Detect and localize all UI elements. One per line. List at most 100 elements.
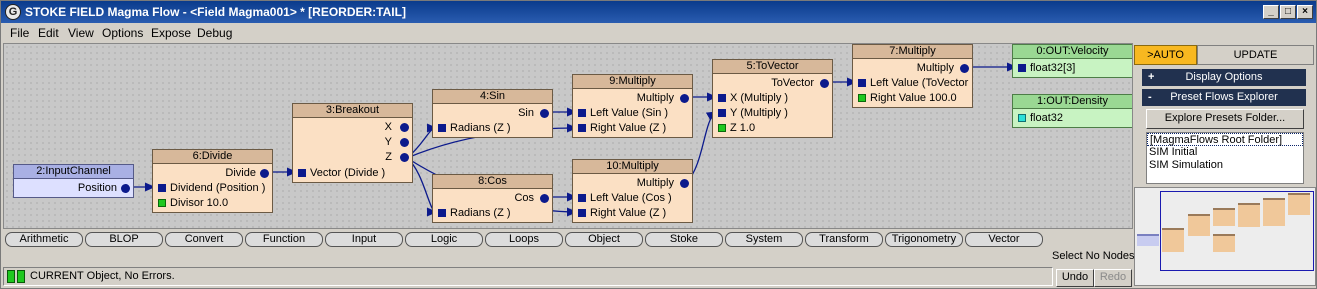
node-divide[interactable]: 6:Divide Divide Dividend (Position ) Div… — [152, 149, 273, 213]
category-convert[interactable]: Convert — [165, 232, 243, 247]
node-to-vector[interactable]: 5:ToVector ToVector X (Multiply ) Y (Mul… — [712, 59, 833, 138]
menu-view[interactable]: View — [68, 26, 94, 40]
select-no-nodes-link[interactable]: Select No Nodes — [1052, 250, 1135, 262]
socket-label: Right Value (Z ) — [590, 122, 667, 134]
input-socket[interactable] — [578, 209, 586, 217]
socket-label: Left Value (Sin ) — [590, 107, 669, 119]
category-vector[interactable]: Vector — [965, 232, 1043, 247]
input-socket[interactable] — [718, 94, 726, 102]
input-socket[interactable] — [718, 124, 726, 132]
display-options-rollout[interactable]: + Display Options — [1142, 69, 1306, 86]
category-transform[interactable]: Transform — [805, 232, 883, 247]
title-bar[interactable]: G STOKE FIELD Magma Flow - <Field Magma0… — [1, 1, 1316, 23]
node-sin[interactable]: 4:Sin Sin Radians (Z ) — [432, 89, 553, 138]
output-socket[interactable] — [540, 194, 549, 203]
input-socket[interactable] — [1018, 114, 1026, 122]
category-input[interactable]: Input — [325, 232, 403, 247]
menu-file[interactable]: File — [10, 26, 29, 40]
explore-presets-folder-button[interactable]: Explore Presets Folder... — [1146, 109, 1304, 129]
socket-label: Z 1.0 — [730, 122, 756, 134]
input-socket[interactable] — [858, 94, 866, 102]
node-multiply-7[interactable]: 7:Multiply Multiply Left Value (ToVector… — [852, 44, 973, 108]
list-item[interactable]: SIM Initial — [1147, 146, 1303, 159]
category-function[interactable]: Function — [245, 232, 323, 247]
input-socket[interactable] — [438, 124, 446, 132]
maximize-button[interactable]: □ — [1280, 5, 1296, 19]
flow-canvas[interactable]: 2:InputChannel Position 6:Divide Divide … — [3, 43, 1133, 229]
output-socket[interactable] — [121, 184, 130, 193]
undo-button[interactable]: Undo — [1056, 269, 1094, 287]
socket-label: Y (Multiply ) — [730, 107, 788, 119]
category-loops[interactable]: Loops — [485, 232, 563, 247]
output-socket[interactable] — [820, 79, 829, 88]
output-socket[interactable] — [400, 153, 409, 162]
socket-label: Position — [77, 182, 117, 194]
output-socket[interactable] — [680, 179, 689, 188]
node-out-velocity[interactable]: 0:OUT:Velocity float32[3] — [1012, 44, 1132, 78]
status-led-icon — [17, 270, 25, 283]
redo-button[interactable]: Redo — [1094, 269, 1132, 287]
minimap-node — [1188, 214, 1210, 236]
category-logic[interactable]: Logic — [405, 232, 483, 247]
input-socket[interactable] — [1018, 64, 1026, 72]
input-socket[interactable] — [718, 109, 726, 117]
output-socket[interactable] — [540, 109, 549, 118]
menu-debug[interactable]: Debug — [197, 26, 232, 40]
preset-flows-explorer-rollout[interactable]: - Preset Flows Explorer — [1142, 89, 1306, 106]
output-socket[interactable] — [960, 64, 969, 73]
auto-toggle-button[interactable]: >AUTO — [1134, 45, 1197, 65]
app-icon: G — [5, 4, 21, 20]
output-socket[interactable] — [400, 138, 409, 147]
socket-label: X (Multiply ) — [730, 92, 789, 104]
socket-label: Radians (Z ) — [450, 122, 511, 134]
node-breakout[interactable]: 3:Breakout X Y Z Vector (Divide ) — [292, 103, 413, 183]
input-socket[interactable] — [298, 169, 306, 177]
flow-minimap[interactable] — [1134, 187, 1316, 286]
output-socket[interactable] — [400, 123, 409, 132]
node-title: 1:OUT:Density — [1013, 95, 1132, 109]
category-arithmetic[interactable]: Arithmetic — [5, 232, 83, 247]
window-title: STOKE FIELD Magma Flow - <Field Magma001… — [25, 5, 406, 19]
node-title: 0:OUT:Velocity — [1013, 45, 1132, 59]
minimap-node — [1238, 203, 1260, 227]
node-title: 10:Multiply — [573, 160, 692, 174]
magma-flow-window: G STOKE FIELD Magma Flow - <Field Magma0… — [0, 0, 1317, 289]
node-multiply-10[interactable]: 10:Multiply Multiply Left Value (Cos ) R… — [572, 159, 693, 223]
category-trigonometry[interactable]: Trigonometry — [885, 232, 963, 247]
category-object[interactable]: Object — [565, 232, 643, 247]
input-socket[interactable] — [158, 199, 166, 207]
input-socket[interactable] — [858, 79, 866, 87]
node-cos[interactable]: 8:Cos Cos Radians (Z ) — [432, 174, 553, 223]
status-message: CURRENT Object, No Errors. — [30, 270, 175, 282]
category-system[interactable]: System — [725, 232, 803, 247]
list-item[interactable]: SIM Simulation — [1147, 159, 1303, 172]
menu-edit[interactable]: Edit — [38, 26, 59, 40]
input-socket[interactable] — [438, 209, 446, 217]
node-out-density[interactable]: 1:OUT:Density float32 — [1012, 94, 1132, 128]
input-socket[interactable] — [578, 194, 586, 202]
close-button[interactable]: × — [1297, 5, 1313, 19]
socket-label: Vector (Divide ) — [310, 167, 386, 179]
presets-list[interactable]: [MagmaFlows Root Folder] SIM Initial SIM… — [1146, 132, 1304, 184]
node-title: 7:Multiply — [853, 45, 972, 59]
minimize-button[interactable]: _ — [1263, 5, 1279, 19]
socket-label: ToVector — [771, 77, 814, 89]
output-socket[interactable] — [680, 94, 689, 103]
socket-label: Multiply — [636, 92, 674, 104]
menu-expose[interactable]: Expose — [151, 26, 191, 40]
node-title: 9:Multiply — [573, 75, 692, 89]
node-multiply-9[interactable]: 9:Multiply Multiply Left Value (Sin ) Ri… — [572, 74, 693, 138]
input-socket[interactable] — [158, 184, 166, 192]
category-blop[interactable]: BLOP — [85, 232, 163, 247]
input-socket[interactable] — [578, 124, 586, 132]
minimap-node — [1213, 208, 1235, 226]
list-item[interactable]: [MagmaFlows Root Folder] — [1147, 133, 1303, 146]
category-stoke[interactable]: Stoke — [645, 232, 723, 247]
output-socket[interactable] — [260, 169, 269, 178]
input-socket[interactable] — [578, 109, 586, 117]
menu-options[interactable]: Options — [102, 26, 143, 40]
update-button[interactable]: UPDATE — [1197, 45, 1314, 65]
socket-label: Y — [384, 136, 392, 148]
node-input-channel[interactable]: 2:InputChannel Position — [13, 164, 134, 198]
node-title: 4:Sin — [433, 90, 552, 104]
